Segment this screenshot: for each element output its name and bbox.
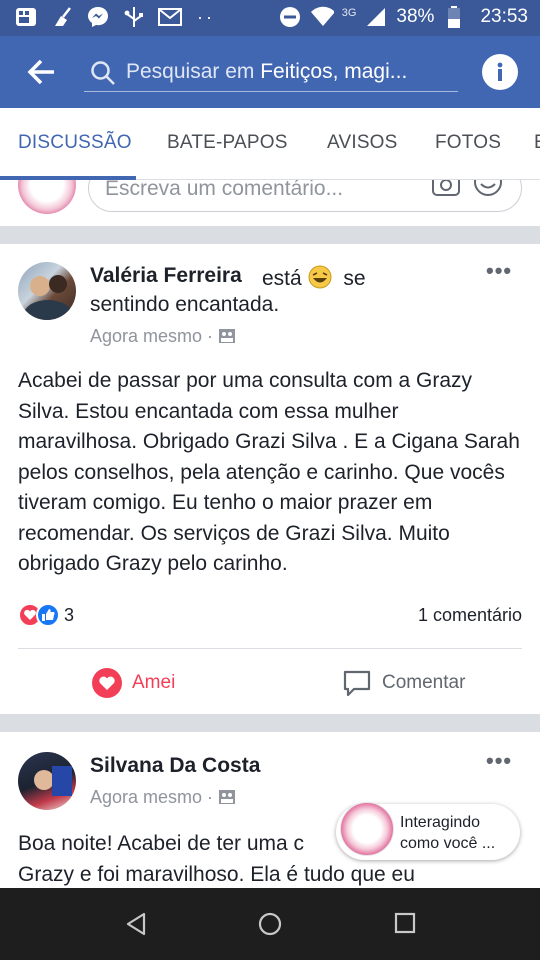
messenger-icon: [86, 6, 110, 28]
tab-more[interactable]: E: [534, 132, 540, 154]
recents-nav-icon[interactable]: [394, 912, 416, 934]
search-input[interactable]: Pesquisar em Feitiços, magi...: [84, 52, 458, 92]
network-type: 3G: [341, 7, 357, 19]
group-avatar: [18, 180, 76, 214]
comment-input[interactable]: Escreva um comentário...: [88, 180, 522, 212]
dnd-icon: [278, 6, 302, 28]
post-text-line: Grazy e foi maravilhoso. Ela é tudo que …: [18, 863, 415, 886]
post-time[interactable]: Agora mesmo ·: [90, 787, 236, 808]
avatar-photo-icon: [34, 766, 72, 796]
post-options-button[interactable]: •••: [486, 258, 512, 284]
home-nav-icon[interactable]: [258, 912, 282, 936]
post-card: Valéria Ferreira está se sentindo encant…: [0, 244, 540, 714]
cleaner-icon: [50, 6, 74, 28]
group-audience-icon: [219, 790, 236, 804]
gmail-icon: [158, 6, 182, 28]
app-bar: Pesquisar em Feitiços, magi...: [0, 36, 540, 108]
tab-fotos[interactable]: FOTOS: [435, 132, 501, 154]
reactions-summary[interactable]: 3: [18, 602, 74, 628]
avatar-photo-icon: [24, 275, 72, 320]
author-avatar[interactable]: [18, 262, 76, 320]
comment-bubble-icon: [343, 670, 371, 697]
wifi-icon: [310, 6, 334, 28]
post-text: Acabei de passar por uma consulta com a …: [18, 369, 520, 575]
tab-avisos[interactable]: AVISOS: [327, 132, 398, 154]
chat-head-bubble[interactable]: Interagindo como você ...: [336, 802, 520, 860]
back-nav-icon[interactable]: [124, 912, 148, 936]
comment-composer: Escreva um comentário...: [0, 180, 540, 226]
post-author[interactable]: Valéria Ferreira: [90, 264, 242, 288]
heart-icon: [92, 668, 122, 698]
post-feeling: está se: [262, 265, 366, 290]
more-dots-icon: ··: [197, 6, 215, 27]
battery-percent: 38%: [396, 6, 435, 27]
like-reaction-icon: [36, 603, 60, 627]
emoji-icon[interactable]: [473, 180, 503, 197]
tab-discussao[interactable]: DISCUSSÃO: [18, 132, 132, 154]
group-avatar: [340, 802, 394, 856]
group-audience-icon: [219, 329, 236, 343]
back-arrow-icon: [27, 59, 54, 85]
search-icon: [91, 61, 115, 85]
tab-bar: DISCUSSÃO BATE-PAPOS AVISOS FOTOS E: [0, 108, 540, 180]
action-divider: [18, 648, 522, 649]
status-bar: ·· 3G 38% 23:53: [0, 0, 540, 36]
post-feeling-line2: sentindo encantada.: [90, 293, 280, 316]
tab-bate-papos[interactable]: BATE-PAPOS: [167, 132, 288, 154]
system-nav-bar: [0, 888, 540, 960]
post-author[interactable]: Silvana Da Costa: [90, 754, 260, 778]
info-icon: [497, 62, 503, 81]
love-button[interactable]: Amei: [92, 668, 175, 698]
comment-button[interactable]: Comentar: [342, 668, 465, 698]
post-time[interactable]: Agora mesmo ·: [90, 326, 236, 347]
laughing-emoji-icon: [308, 265, 332, 289]
author-avatar[interactable]: [18, 752, 76, 810]
clock: 23:53: [480, 6, 528, 27]
comment-placeholder: Escreva um comentário...: [105, 180, 344, 200]
back-button[interactable]: [26, 56, 58, 88]
gallery-icon: [14, 6, 38, 28]
signal-icon: [364, 6, 388, 28]
comments-count[interactable]: 1 comentário: [418, 605, 522, 626]
post-options-button[interactable]: •••: [486, 748, 512, 774]
search-placeholder: Pesquisar em Feitiços, magi...: [126, 60, 408, 83]
info-button[interactable]: [482, 54, 518, 90]
reactions-count: 3: [64, 604, 75, 625]
usb-icon: [122, 6, 146, 28]
camera-icon[interactable]: [431, 180, 461, 197]
battery-icon: [442, 6, 466, 28]
chat-head-text: Interagindo como você ...: [400, 814, 496, 852]
post-text-line: Boa noite! Acabei de ter uma c: [18, 832, 305, 855]
